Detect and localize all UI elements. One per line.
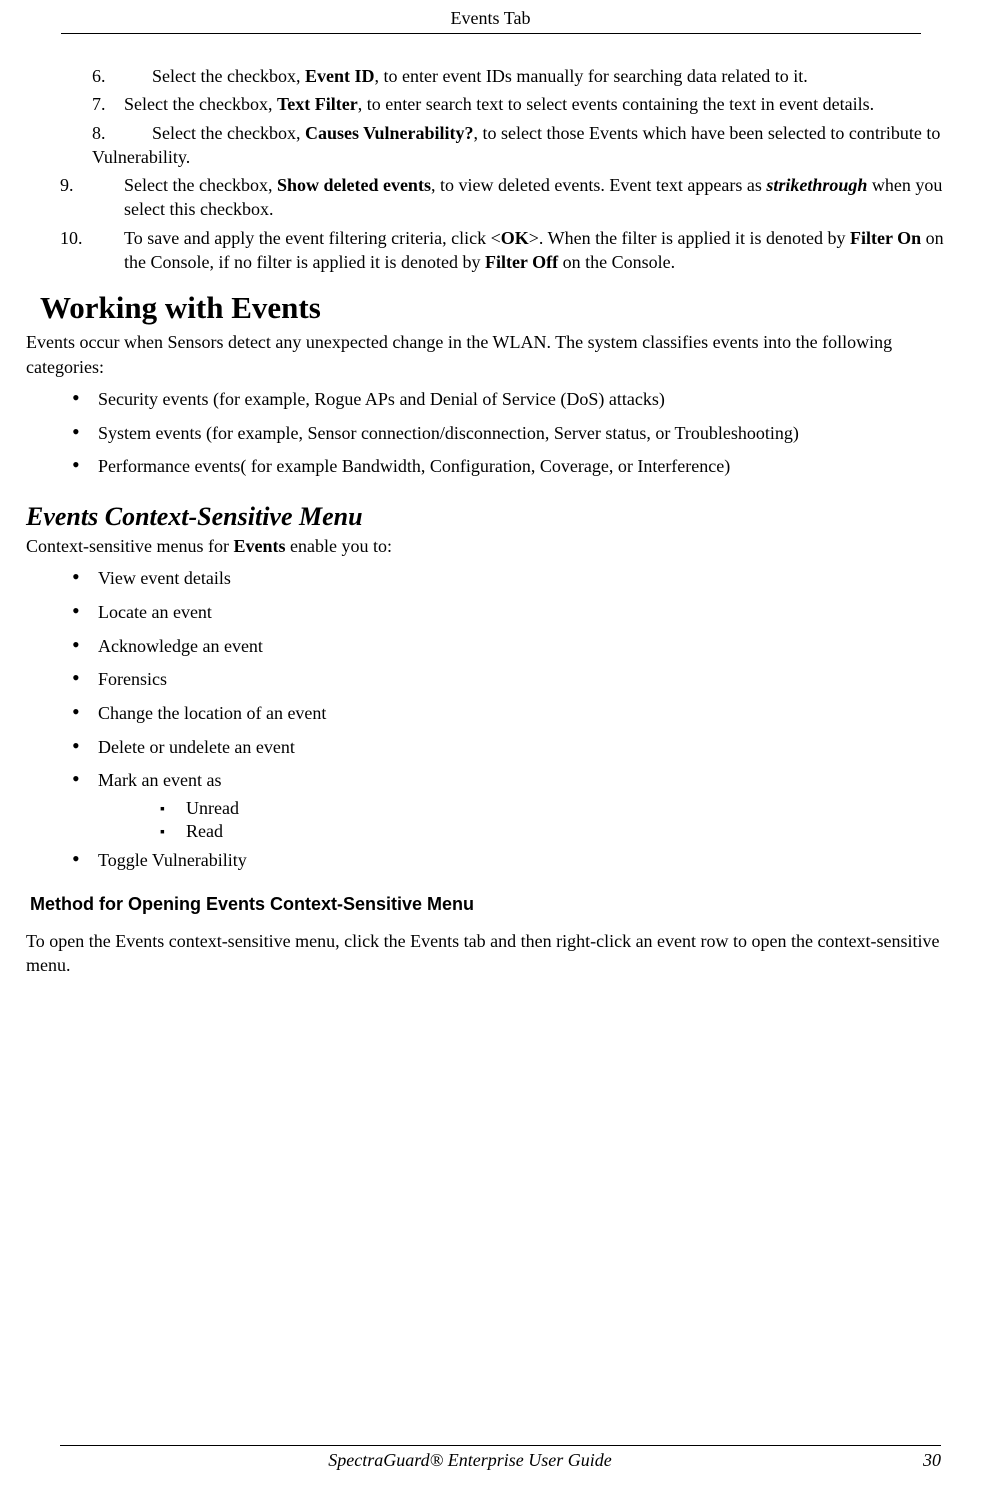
sub-list-item: Read [20, 821, 961, 842]
subsubsection-heading: Method for Opening Events Context-Sensit… [30, 894, 961, 915]
item-number: 9. [92, 173, 124, 197]
text: Select the checkbox, [124, 175, 277, 195]
text: >. When the filter is applied it is deno… [529, 228, 850, 248]
text: Change the location of an event [98, 703, 326, 723]
list-item: Mark an event as [20, 764, 961, 794]
text: Select the checkbox, [124, 94, 277, 114]
text: Context-sensitive menus for [26, 536, 233, 556]
item-number: 6. [92, 64, 152, 88]
list-item: View event details [20, 562, 961, 592]
list-item: Forensics [20, 663, 961, 693]
list-item: Security events (for example, Rogue APs … [20, 383, 961, 413]
list-item: System events (for example, Sensor conne… [20, 417, 961, 447]
ordered-item: 9.Select the checkbox, Show deleted even… [20, 173, 961, 222]
list-item: Performance events( for example Bandwidt… [20, 450, 961, 480]
page-content: 6.Select the checkbox, Event ID, to ente… [0, 34, 981, 977]
text: View event details [98, 568, 231, 588]
page-footer: SpectraGuard® Enterprise User Guide 30 [60, 1445, 941, 1471]
bold-text: Filter On [850, 228, 921, 248]
item-number: 7. [92, 92, 124, 116]
text: Unread [186, 798, 239, 818]
text: Mark an event as [98, 770, 221, 790]
sub-list-item: Unread [20, 798, 961, 819]
text: Forensics [98, 669, 167, 689]
list-item: Change the location of an event [20, 697, 961, 727]
text: Select the checkbox, [152, 123, 305, 143]
page-header: Events Tab [61, 0, 921, 34]
bold-text: Events [233, 536, 285, 556]
ordered-item: 7.Select the checkbox, Text Filter, to e… [20, 92, 961, 116]
text: , to enter event IDs manually for search… [374, 66, 807, 86]
ordered-item: 8.Select the checkbox, Causes Vulnerabil… [20, 121, 961, 170]
list-item: Locate an event [20, 596, 961, 626]
text: Acknowledge an event [98, 636, 263, 656]
body-paragraph: To open the Events context-sensitive men… [26, 929, 961, 978]
text: Delete or undelete an event [98, 737, 295, 757]
footer-title: SpectraGuard® Enterprise User Guide [60, 1450, 880, 1471]
bold-text: Show deleted events [277, 175, 431, 195]
ordered-item: 10.To save and apply the event filtering… [20, 226, 961, 275]
body-paragraph: Events occur when Sensors detect any une… [26, 330, 961, 379]
text: Toggle Vulnerability [98, 850, 247, 870]
ordered-item: 6.Select the checkbox, Event ID, to ente… [20, 64, 961, 88]
text: , to enter search text to select events … [358, 94, 874, 114]
text: Locate an event [98, 602, 212, 622]
document-page: Events Tab 6.Select the checkbox, Event … [0, 0, 981, 1493]
subsection-heading: Events Context-Sensitive Menu [26, 502, 961, 532]
bold-text: OK [501, 228, 529, 248]
bold-italic-text: strikethrough [766, 175, 867, 195]
page-number: 30 [923, 1450, 941, 1471]
text: enable you to: [285, 536, 391, 556]
text: Security events (for example, Rogue APs … [98, 389, 665, 409]
bold-text: Event ID [305, 66, 375, 86]
header-title: Events Tab [451, 8, 531, 28]
text: Performance events( for example Bandwidt… [98, 456, 730, 476]
text: To save and apply the event filtering cr… [124, 228, 501, 248]
text: System events (for example, Sensor conne… [98, 423, 799, 443]
section-heading: Working with Events [40, 290, 961, 326]
item-number: 10. [92, 226, 124, 250]
bold-text: Text Filter [277, 94, 358, 114]
list-item: Delete or undelete an event [20, 731, 961, 761]
list-item: Acknowledge an event [20, 630, 961, 660]
text: Read [186, 821, 223, 841]
list-item: Toggle Vulnerability [20, 844, 961, 874]
body-paragraph: Context-sensitive menus for Events enabl… [26, 534, 961, 558]
bold-text: Filter Off [485, 252, 558, 272]
bold-text: Causes Vulnerability? [305, 123, 474, 143]
text: on the Console. [558, 252, 675, 272]
item-number: 8. [92, 121, 152, 145]
text: , to view deleted events. Event text app… [431, 175, 766, 195]
text: Select the checkbox, [152, 66, 305, 86]
